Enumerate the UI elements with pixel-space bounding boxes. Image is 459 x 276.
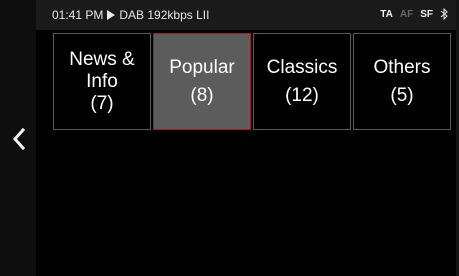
category-label: News & Info <box>69 48 135 92</box>
flag-sf: SF <box>420 8 433 20</box>
category-count: (8) <box>190 84 214 106</box>
chevron-left-icon <box>12 128 26 150</box>
status-flags: TA AF SF <box>380 8 448 20</box>
status-time: 01:41 PM <box>52 8 104 22</box>
category-tile-classics[interactable]: Classics (12) <box>253 33 351 130</box>
category-label: Others <box>373 56 431 78</box>
status-bar: 01:41 PM DAB 192kbps LII TA AF SF <box>36 0 456 30</box>
flag-af: AF <box>399 8 414 20</box>
status-info: 01:41 PM DAB 192kbps LII <box>52 8 209 22</box>
status-source: DAB 192kbps LII <box>119 8 210 22</box>
category-label: Popular <box>169 56 235 78</box>
category-count: (7) <box>90 92 114 114</box>
category-tile-popular[interactable]: Popular (8) <box>153 33 251 130</box>
category-label: Classics <box>266 56 338 78</box>
category-grid: News & Info (7) Popular (8) Classics (12… <box>53 33 453 130</box>
radio-category-screen: 01:41 PM DAB 192kbps LII TA AF SF News &… <box>0 0 459 276</box>
play-icon <box>107 10 116 20</box>
category-count: (12) <box>285 84 319 106</box>
category-tile-others[interactable]: Others (5) <box>353 33 451 130</box>
category-count: (5) <box>390 84 414 106</box>
bluetooth-icon <box>440 8 448 20</box>
flag-ta: TA <box>380 8 393 20</box>
back-button[interactable] <box>8 125 30 153</box>
category-tile-news-info[interactable]: News & Info (7) <box>53 33 151 130</box>
